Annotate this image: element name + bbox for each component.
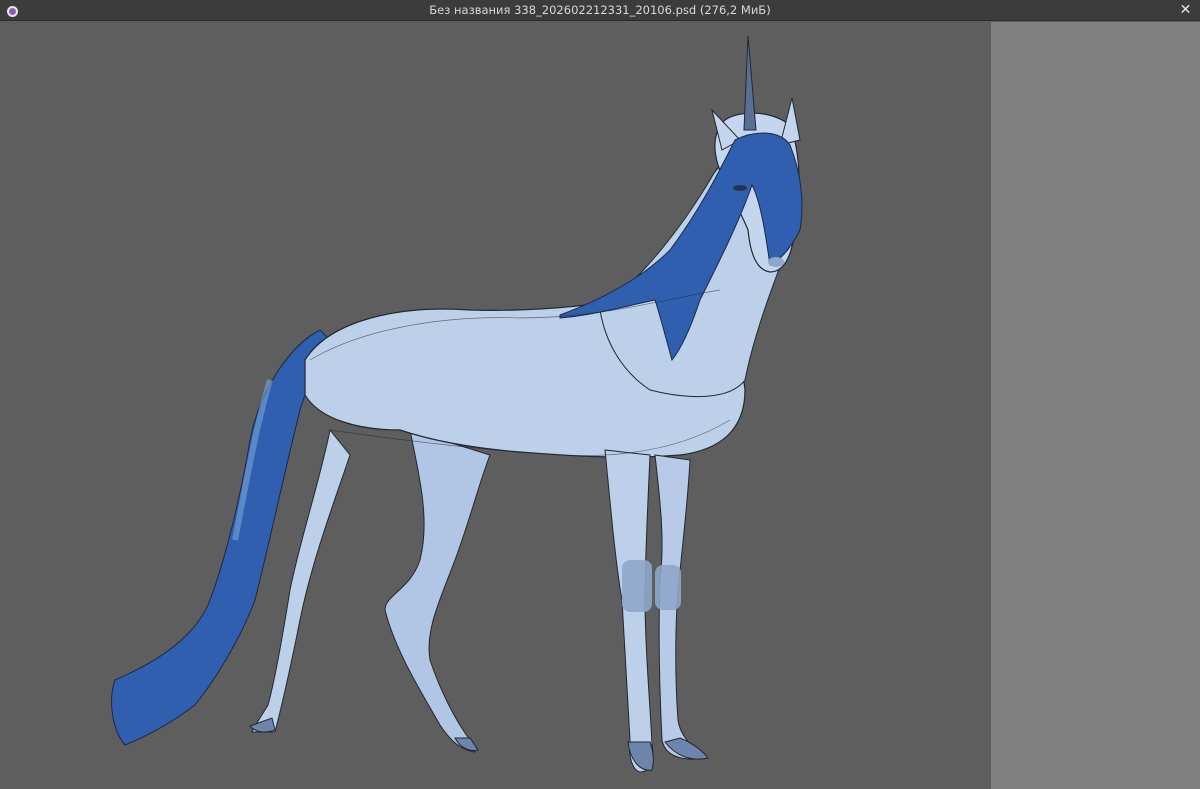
- image-viewer-window: Без названия 338_202602212331_20106.psd …: [0, 0, 1200, 789]
- tail: [111, 329, 331, 746]
- image-canvas[interactable]: [0, 22, 991, 789]
- side-panel: [991, 22, 1200, 789]
- close-button[interactable]: ✕: [1177, 2, 1194, 19]
- title-bar[interactable]: Без названия 338_202602212331_20106.psd …: [0, 0, 1200, 21]
- horn: [743, 35, 757, 131]
- close-icon: ✕: [1179, 2, 1192, 18]
- unicorn-sketch-image: [111, 35, 803, 773]
- hind-leg-far: [384, 429, 491, 753]
- window-title: Без названия 338_202602212331_20106.psd …: [429, 3, 771, 17]
